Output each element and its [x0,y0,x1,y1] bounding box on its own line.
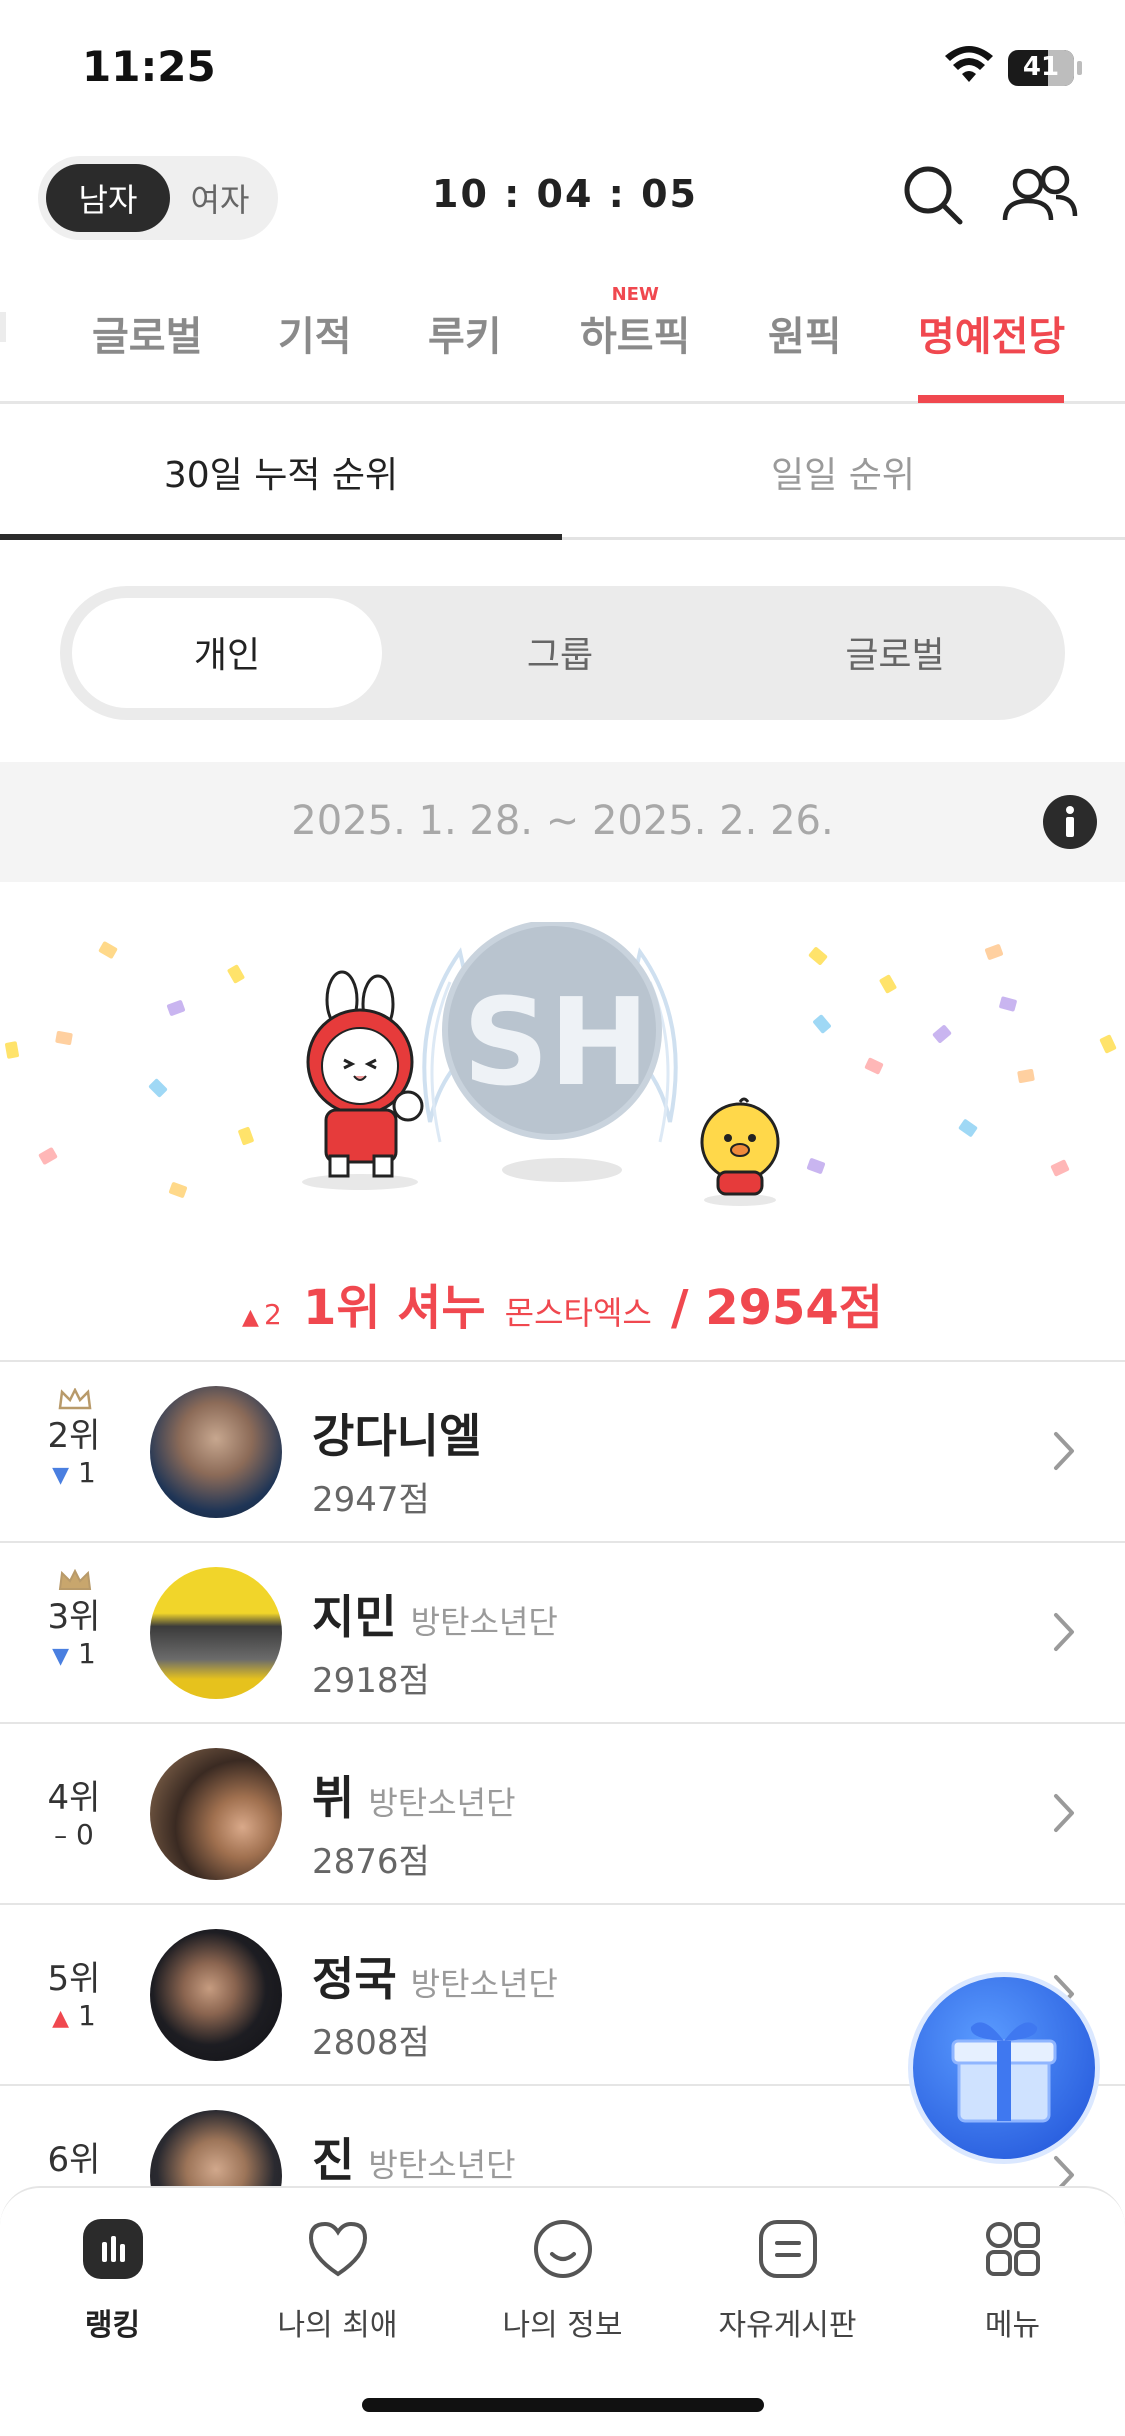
avatar [150,1929,282,2061]
segment-group[interactable]: 그룹 [400,626,720,678]
rank-tab-indicator [0,534,562,540]
rank-period-tabs: 30일 누적 순위 일일 순위 [0,404,1125,540]
winner-points: / 2954점 [670,1280,883,1336]
gender-toggle[interactable]: 남자 여자 [38,156,278,240]
info-icon[interactable] [1042,794,1098,850]
board-icon [758,2220,817,2278]
nav-free-board[interactable]: 자유게시판 [675,2216,900,2344]
idol-points: 2808점 [312,2023,430,2063]
nav-label: 자유게시판 [718,2308,857,2343]
rank-up-icon: ▲ [52,2006,70,2031]
chevron-right-icon [1054,1432,1074,1470]
ranking-row[interactable]: 4위 – 0 뷔 방탄소년단 2876점 [0,1722,1125,1903]
rank-same-icon: – [54,1821,68,1851]
battery-level: 41 [1022,52,1060,82]
rank-number: 6위 [47,2140,101,2180]
rank-change: ▼ 1 [52,1456,96,1489]
avatar [150,1386,282,1518]
tab-global[interactable]: 글로벌 [92,304,202,362]
tab-onepick[interactable]: 원픽 [768,304,842,362]
idol-name: 지민 방탄소년단 [312,1590,558,1644]
status-time: 11:25 [82,42,216,91]
rank-number: 2위 [47,1416,101,1456]
gender-female-option[interactable]: 여자 [170,164,270,232]
winner-group: 몬스타엑스 [504,1294,652,1332]
winner-rank-change: 2 [264,1298,282,1331]
home-indicator[interactable] [362,2398,764,2412]
chart-icon [82,2219,143,2279]
nav-my-info[interactable]: 나의 정보 [450,2216,675,2344]
rank-number: 4위 [47,1778,101,1818]
friends-icon[interactable] [1002,164,1078,226]
wifi-icon [945,46,993,82]
tab-30day-cumulative[interactable]: 30일 누적 순위 [0,446,562,498]
category-tabs: 글로벌 기적 루키 NEW 하트픽 원픽 명예전당 [0,262,1125,404]
rank-number: 3위 [47,1597,101,1637]
idol-points: 2947점 [312,1480,430,1520]
idol-name: 진 방탄소년단 [312,2133,516,2187]
smile-icon [533,2220,592,2278]
date-range: 2025. 1. 28. ~ 2025. 2. 26. [291,798,834,844]
segment-individual[interactable]: 개인 [72,626,382,678]
new-badge: NEW [611,284,659,305]
nav-label: 메뉴 [984,2308,1041,2343]
tab-rookie[interactable]: 루키 [428,304,502,362]
idol-name: 정국 방탄소년단 [312,1952,558,2006]
active-tab-indicator [918,395,1064,403]
nav-menu[interactable]: 메뉴 [900,2216,1125,2344]
tab-heartpick[interactable]: NEW 하트픽 [580,284,690,362]
rank-change: – 0 [54,1818,94,1851]
search-icon[interactable] [902,164,964,226]
idol-points: 2918점 [312,1661,430,1701]
rank-number: 5위 [47,1959,101,1999]
rank-up-icon: ▲ [242,1305,259,1330]
ranking-row[interactable]: 3위 ▼ 1 지민 방탄소년단 2918점 [0,1541,1125,1722]
nav-label: 나의 최애 [277,2308,398,2343]
idol-name: 뷔 방탄소년단 [312,1771,516,1825]
nav-label: 나의 정보 [502,2308,623,2343]
rank-down-icon: ▼ [52,1463,70,1488]
type-segmented-control: 개인 그룹 글로벌 [60,586,1065,720]
gift-button[interactable] [908,1972,1100,2164]
bunny-mascot-icon [302,970,424,1190]
menu-grid-icon [985,2222,1040,2276]
tab-daily-rank[interactable]: 일일 순위 [562,446,1124,498]
date-range-bar: 2025. 1. 28. ~ 2025. 2. 26. [0,762,1125,882]
winner-name: 1위 셔누 [302,1280,486,1336]
battery-icon: 41 [1008,50,1074,86]
gift-icon [951,2022,1057,2123]
rank-down-icon: ▼ [52,1644,70,1669]
winner-initials: SH [462,974,650,1113]
nav-my-favorite[interactable]: 나의 최애 [225,2216,450,2344]
winner-summary[interactable]: ▲ 2 1위 셔누 몬스타엑스 / 2954점 [0,1268,1125,1338]
idol-name: 강다니엘 [312,1409,482,1463]
heart-icon [308,2221,367,2277]
idol-points: 2876점 [312,1842,430,1882]
status-bar: 11:25 41 [0,0,1125,140]
tab-hall-of-fame[interactable]: 명예전당 [918,304,1065,362]
nav-ranking[interactable]: 랭킹 [0,2216,225,2344]
chevron-right-icon [1054,1794,1074,1832]
tab-miracle[interactable]: 기적 [278,304,352,362]
rank-change: ▼ 1 [52,1637,96,1670]
chevron-right-icon [1054,1613,1074,1651]
crown-icon [58,1569,92,1590]
avatar [150,1748,282,1880]
crown-icon [58,1388,92,1410]
segment-global[interactable]: 글로벌 [740,626,1050,678]
rank-change: ▲ 1 [52,1999,96,2032]
countdown-timer: 10 : 04 : 05 [432,172,698,216]
nav-label: 랭킹 [84,2308,141,2343]
chick-mascot-icon [700,1097,780,1206]
ranking-row[interactable]: 2위 ▼ 1 강다니엘 2947점 [0,1360,1125,1541]
avatar [150,1567,282,1699]
gender-male-option[interactable]: 남자 [46,164,170,232]
